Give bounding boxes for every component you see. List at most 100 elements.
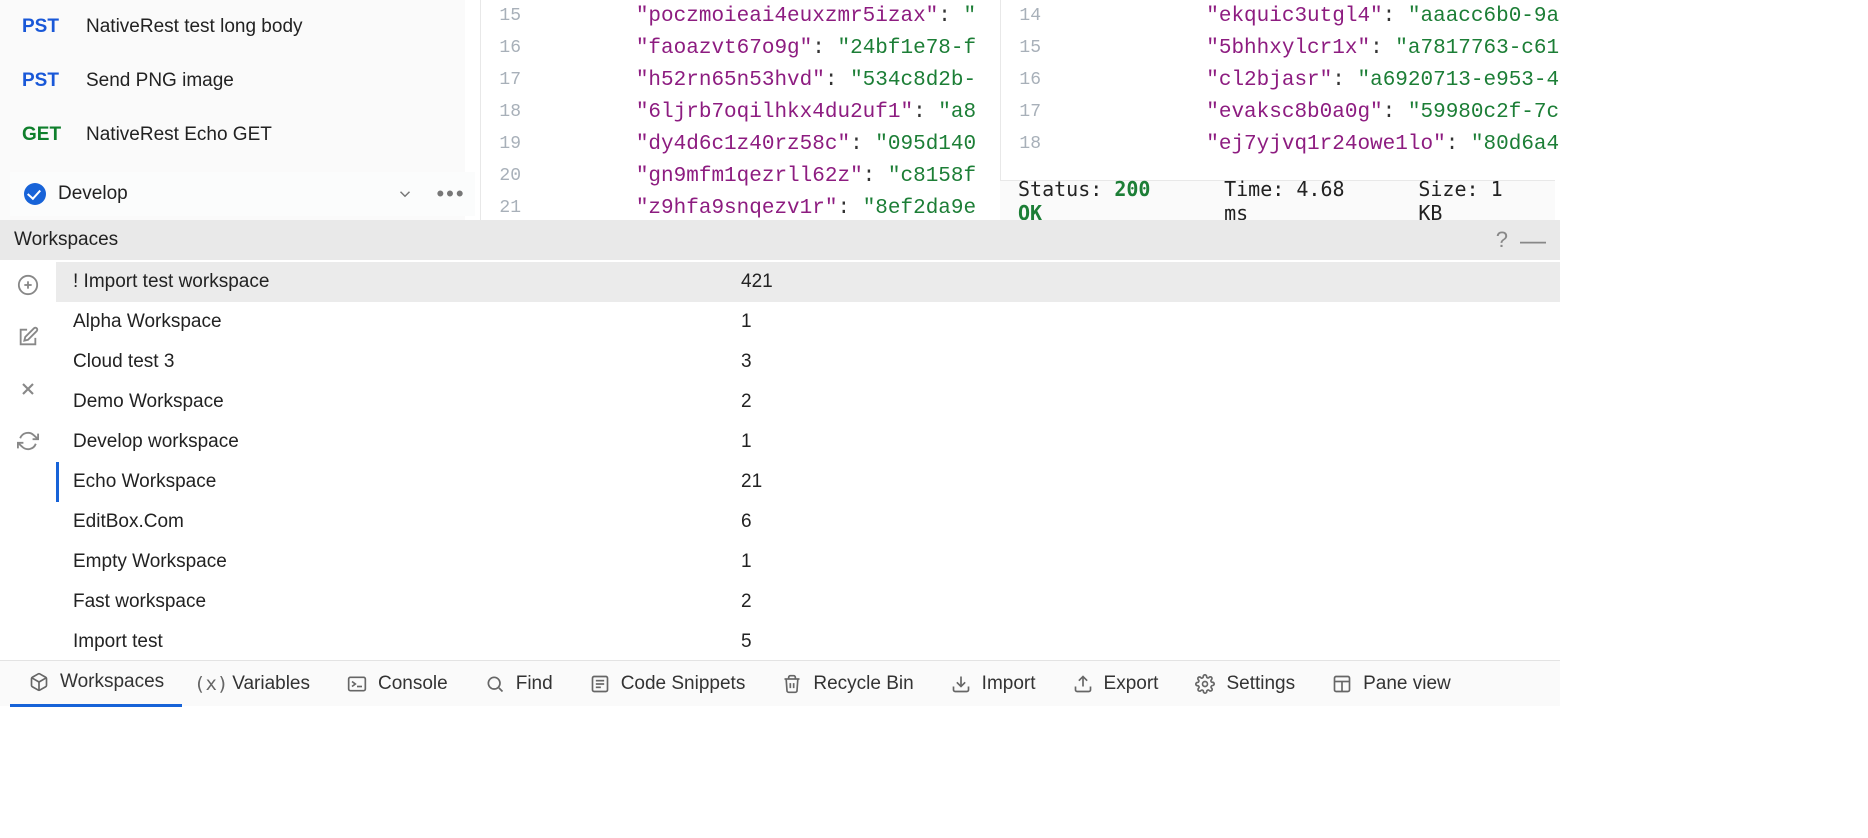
tab-label: Workspaces <box>60 671 164 693</box>
workspace-count: 1 <box>741 551 752 573</box>
code-line: 18 "6ljrb7oqilhkx4du2uf1": "a8 <box>481 96 1000 128</box>
workspaces-title: Workspaces <box>14 229 1496 251</box>
request-row[interactable]: PST NativeRest test long body <box>0 0 465 54</box>
tab-console[interactable]: Console <box>328 661 466 707</box>
more-button[interactable]: ••• <box>427 172 475 216</box>
tab-export[interactable]: Export <box>1054 661 1177 707</box>
code-line: 14 "ekquic3utgl4": "aaacc6b0-9a40-4 <box>1001 0 1560 32</box>
status-label: Status: 200 OK <box>1018 177 1184 225</box>
workspace-name: Import test <box>73 631 741 653</box>
line-number: 21 <box>481 198 535 218</box>
code-line: 16 "faoazvt67o9g": "24bf1e78-f <box>481 32 1000 64</box>
chevron-down-icon[interactable] <box>383 172 427 216</box>
refresh-workspace-button[interactable] <box>15 428 41 454</box>
request-name: NativeRest Echo GET <box>86 124 272 146</box>
code-line: 18 "ej7yjvq1r24owe1lo": "80d6a4d6-1 <box>1001 128 1560 160</box>
line-number: 16 <box>481 38 535 58</box>
code-line: 15 "poczmoieai4euxzmr5izax": " <box>481 0 1000 32</box>
line-number: 15 <box>1001 38 1055 58</box>
edit-workspace-button[interactable] <box>15 324 41 350</box>
workspace-name: ! Import test workspace <box>73 271 741 293</box>
workspace-row[interactable]: Alpha Workspace1 <box>56 302 1560 342</box>
line-number: 17 <box>1001 102 1055 122</box>
line-number: 18 <box>1001 134 1055 154</box>
line-number: 18 <box>481 102 535 122</box>
workspace-name: Develop workspace <box>73 431 741 453</box>
line-number: 20 <box>481 166 535 186</box>
request-method: PST <box>22 70 70 92</box>
snippets-icon <box>589 673 611 695</box>
pane-icon <box>1331 673 1353 695</box>
request-row[interactable]: PST Send PNG image <box>0 54 465 108</box>
line-number: 15 <box>481 6 535 26</box>
workspaces-toolbar <box>0 262 56 658</box>
tab-find[interactable]: Find <box>466 661 571 707</box>
workspace-count: 1 <box>741 311 752 333</box>
line-number: 14 <box>1001 6 1055 26</box>
workspace-name: Fast workspace <box>73 591 741 613</box>
tab-label: Export <box>1104 673 1159 695</box>
gear-icon <box>1194 673 1216 695</box>
tab-label: Code Snippets <box>621 673 746 695</box>
workspace-row[interactable]: Cloud test 33 <box>56 342 1560 382</box>
request-method: PST <box>22 16 70 38</box>
request-name: NativeRest test long body <box>86 16 303 38</box>
tab-label: Recycle Bin <box>813 673 913 695</box>
workspace-row[interactable]: Develop workspace1 <box>56 422 1560 462</box>
check-icon <box>24 183 46 205</box>
workspace-count: 5 <box>741 631 752 653</box>
workspace-row[interactable]: Empty Workspace1 <box>56 542 1560 582</box>
workspace-row[interactable]: EditBox.Com6 <box>56 502 1560 542</box>
request-name: Send PNG image <box>86 70 234 92</box>
export-icon <box>1072 673 1094 695</box>
add-workspace-button[interactable] <box>15 272 41 298</box>
request-row[interactable]: GET NativeRest Echo GET <box>0 108 465 162</box>
tab-pane-view[interactable]: Pane view <box>1313 661 1469 707</box>
tab-variables[interactable]: (x) Variables <box>182 661 328 707</box>
tab-settings[interactable]: Settings <box>1176 661 1313 707</box>
tab-code-snippets[interactable]: Code Snippets <box>571 661 764 707</box>
bottom-tab-bar: Workspaces (x) Variables Console Find Code Sn… <box>0 660 1560 706</box>
workspace-count: 2 <box>741 391 752 413</box>
request-method: GET <box>22 124 70 146</box>
code-line: 21 "z9hfa9snqezv1r": "8ef2da9e <box>481 192 1000 220</box>
environment-bar: Develop ••• <box>10 172 475 216</box>
code-line: 15 "5bhhxylcr1x": "a7817763-c612-48 <box>1001 32 1560 64</box>
response-status-bar: Status: 200 OK Time: 4.68 ms Size: 1 KB <box>1000 180 1555 220</box>
code-line: 17 "h52rn65n53hvd": "534c8d2b- <box>481 64 1000 96</box>
time-label: Time: 4.68 ms <box>1224 177 1378 225</box>
tab-label: Import <box>982 673 1036 695</box>
tab-workspaces[interactable]: Workspaces <box>10 661 182 707</box>
environment-label: Develop <box>58 183 383 205</box>
workspace-name: Cloud test 3 <box>73 351 741 373</box>
workspace-row[interactable]: Echo Workspace21 <box>56 462 1560 502</box>
workspace-row[interactable]: Demo Workspace2 <box>56 382 1560 422</box>
var-icon: (x) <box>200 673 222 695</box>
request-body-editor[interactable]: 15 "poczmoieai4euxzmr5izax": "16 "faoazv… <box>480 0 1000 220</box>
line-number: 19 <box>481 134 535 154</box>
import-icon <box>950 673 972 695</box>
tab-import[interactable]: Import <box>932 661 1054 707</box>
workspace-name: Alpha Workspace <box>73 311 741 333</box>
workspace-row[interactable]: Import test5 <box>56 622 1560 658</box>
line-number: 16 <box>1001 70 1055 90</box>
delete-workspace-button[interactable] <box>15 376 41 402</box>
workspace-count: 3 <box>741 351 752 373</box>
workspace-count: 421 <box>741 271 773 293</box>
tab-recycle-bin[interactable]: Recycle Bin <box>763 661 931 707</box>
tab-label: Console <box>378 673 448 695</box>
code-line: 20 "gn9mfm1qezrll62z": "c8158f <box>481 160 1000 192</box>
box-icon <box>28 671 50 693</box>
help-icon[interactable]: ? <box>1496 227 1508 253</box>
tab-label: Variables <box>232 673 310 695</box>
workspace-name: Demo Workspace <box>73 391 741 413</box>
workspace-count: 1 <box>741 431 752 453</box>
size-label: Size: 1 KB <box>1418 177 1537 225</box>
response-body-editor[interactable]: 14 "ekquic3utgl4": "aaacc6b0-9a40-415 "5… <box>1000 0 1560 180</box>
request-list-panel: PST NativeRest test long body PST Send PNG … <box>0 0 465 220</box>
workspace-row[interactable]: Fast workspace2 <box>56 582 1560 622</box>
code-line: 19 "dy4d6c1z40rz58c": "095d140 <box>481 128 1000 160</box>
workspace-row[interactable]: ! Import test workspace421 <box>56 262 1560 302</box>
minimize-icon[interactable]: — <box>1520 225 1546 256</box>
tab-label: Find <box>516 673 553 695</box>
